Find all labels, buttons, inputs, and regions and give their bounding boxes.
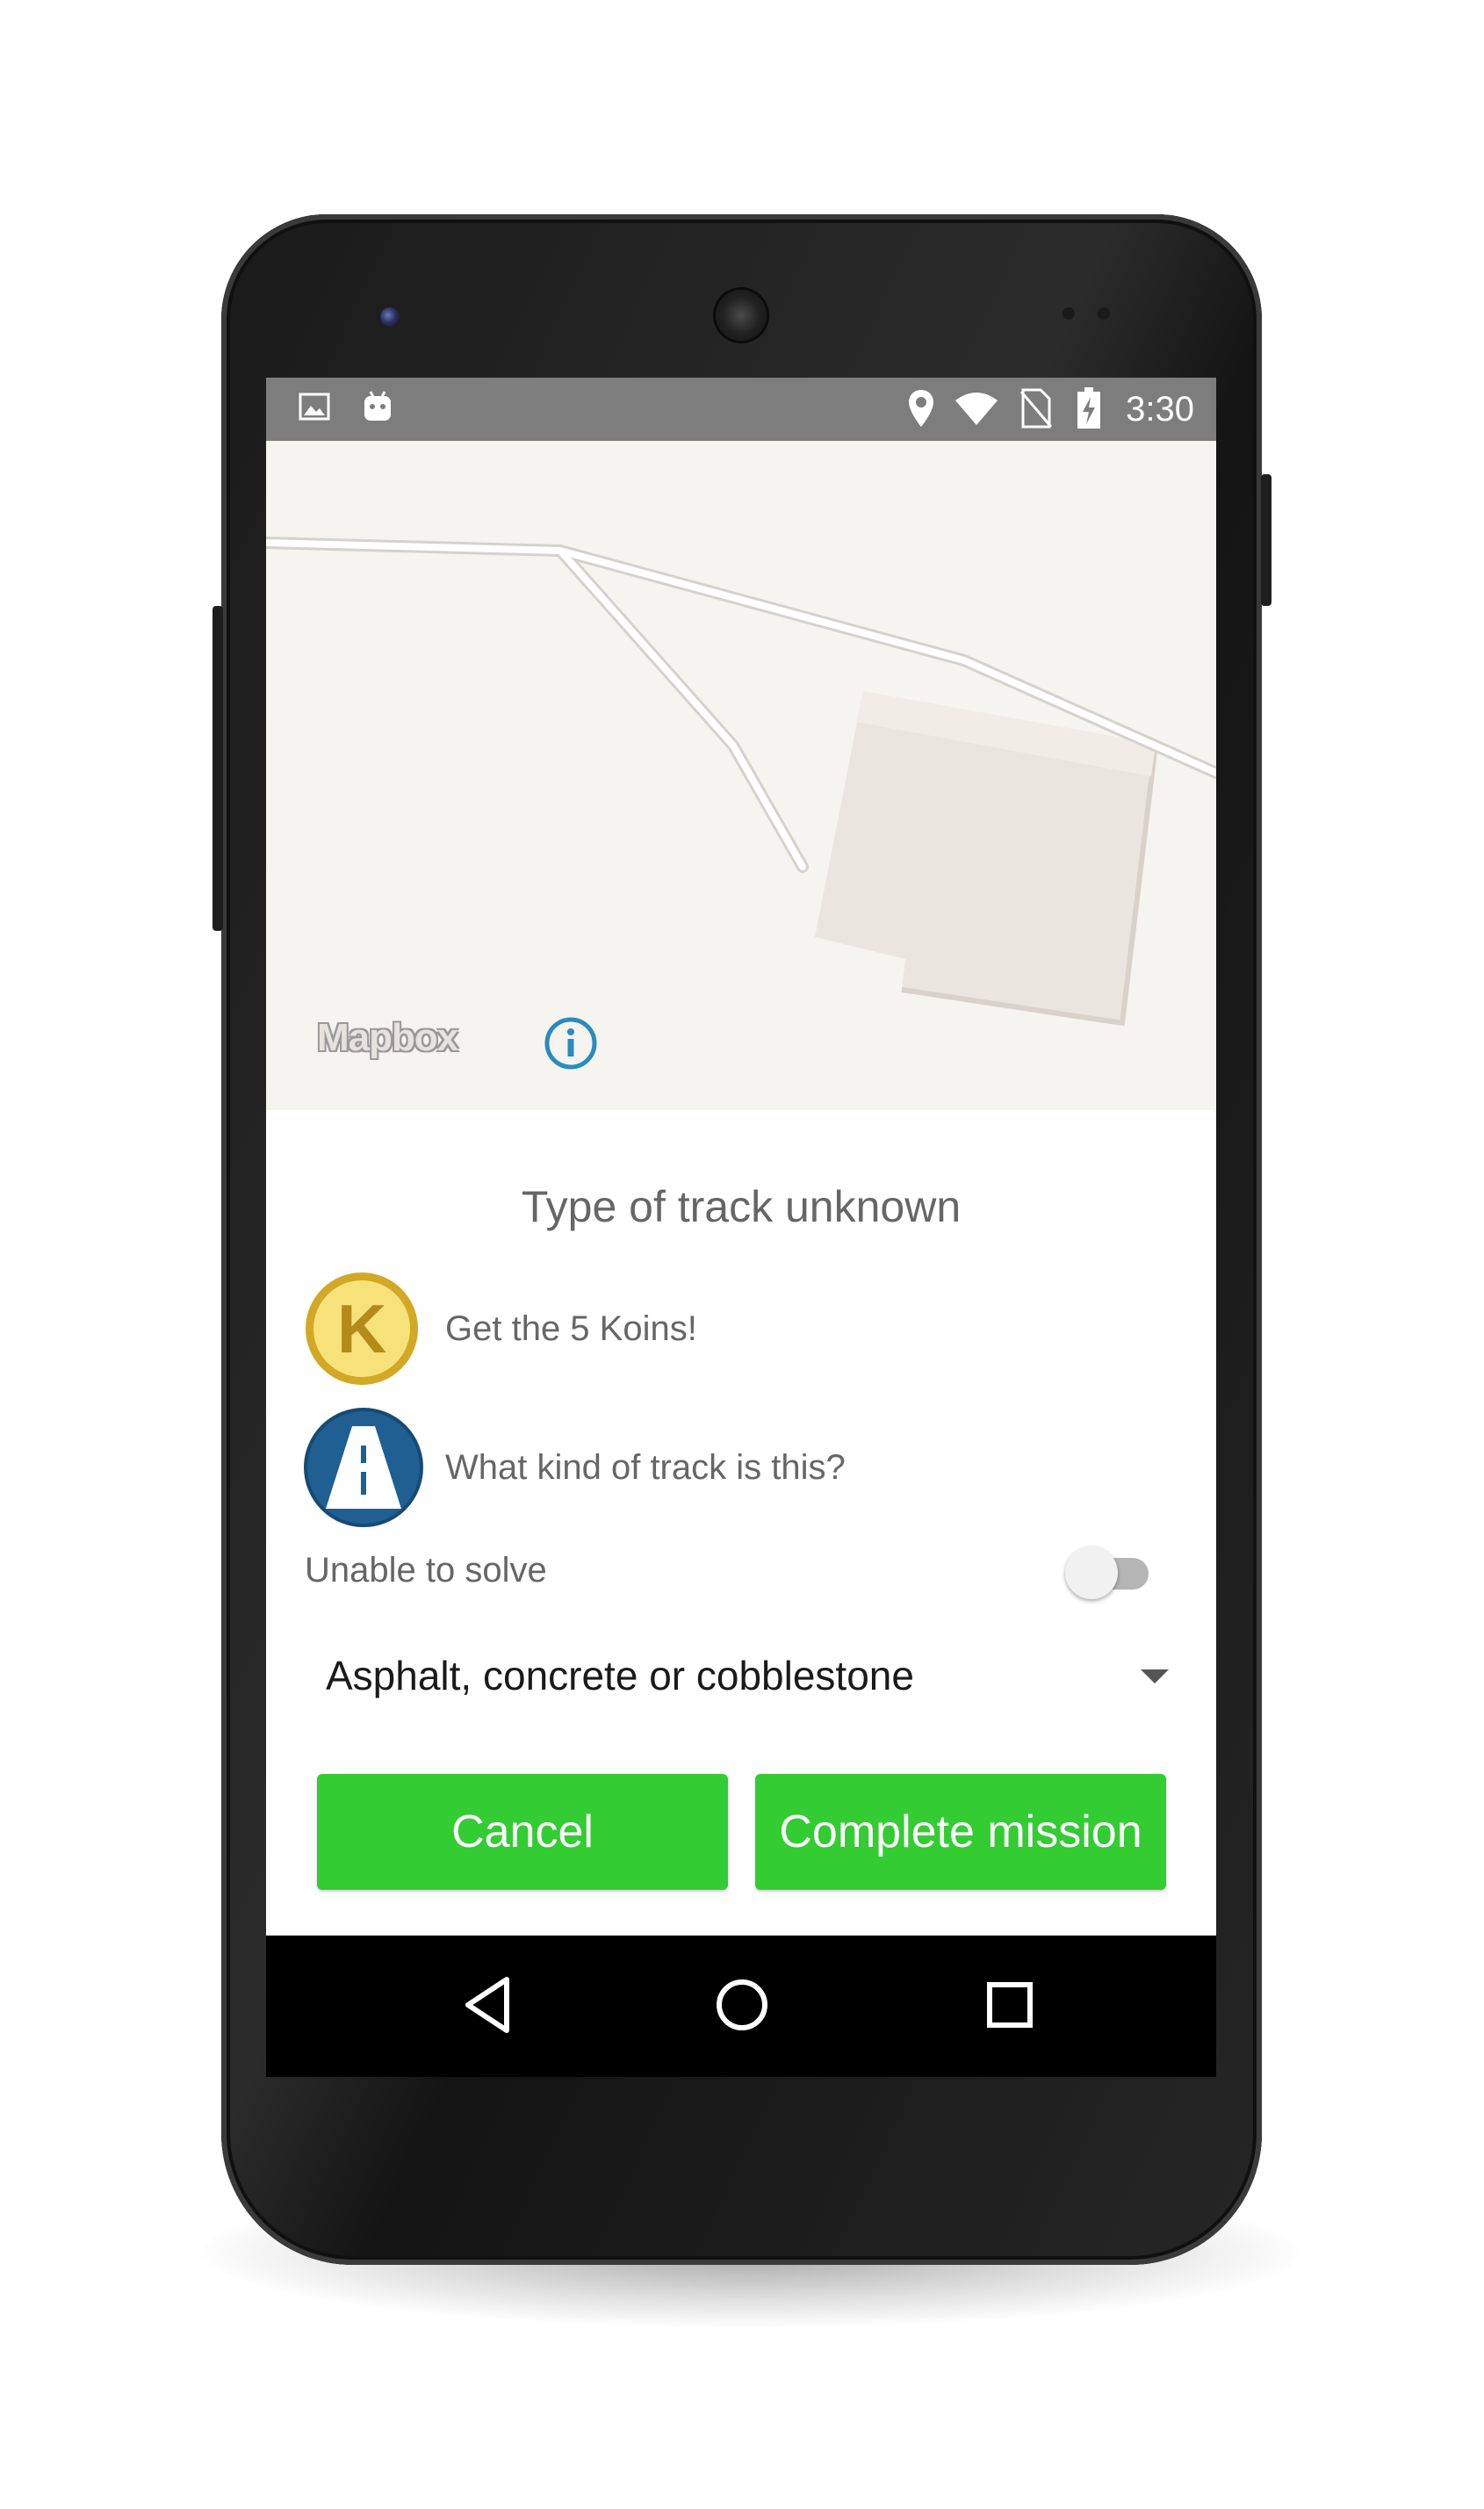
dropdown-arrow-icon xyxy=(1141,1669,1169,1683)
home-icon[interactable] xyxy=(710,1972,774,2042)
koin-coin-icon: K xyxy=(303,1270,421,1392)
earpiece-speaker xyxy=(716,290,767,341)
question-text: What kind of track is this? xyxy=(445,1448,846,1487)
screen: 3:30 Mapbox Type of track unknown K Get … xyxy=(266,378,1216,2077)
no-sim-icon xyxy=(1019,388,1053,433)
unable-toggle[interactable] xyxy=(1065,1546,1118,1599)
status-bar: 3:30 xyxy=(266,378,1216,441)
map-features xyxy=(266,537,1216,1027)
unable-to-solve-label: Unable to solve xyxy=(305,1551,547,1590)
mission-panel: Type of track unknown K Get the 5 Koins!… xyxy=(266,1110,1216,1936)
front-camera xyxy=(380,307,400,327)
wifi-icon xyxy=(954,392,999,431)
status-clock: 3:30 xyxy=(1126,390,1194,429)
reward-text: Get the 5 Koins! xyxy=(445,1309,697,1348)
power-button xyxy=(213,606,223,931)
navigation-bar xyxy=(266,1936,1216,2077)
coin-letter: K xyxy=(337,1290,386,1367)
track-type-dropdown[interactable]: Asphalt, concrete or cobblestone xyxy=(305,1630,1183,1718)
road-icon xyxy=(303,1407,424,1532)
location-icon xyxy=(906,388,936,433)
mapbox-logo: Mapbox xyxy=(317,1016,458,1059)
info-icon[interactable] xyxy=(544,1016,598,1075)
cancel-button[interactable]: Cancel xyxy=(317,1774,728,1890)
complete-mission-button[interactable]: Complete mission xyxy=(755,1774,1166,1890)
android-icon xyxy=(361,390,394,429)
proximity-sensor xyxy=(1063,307,1075,320)
map-view[interactable]: Mapbox xyxy=(266,441,1216,1110)
track-type-selected: Asphalt, concrete or cobblestone xyxy=(326,1653,914,1698)
back-icon[interactable] xyxy=(459,1972,517,2042)
volume-button xyxy=(1261,474,1271,606)
mission-title: Type of track unknown xyxy=(521,1182,962,1231)
map-attribution: Mapbox xyxy=(317,1016,597,1070)
light-sensor xyxy=(1098,307,1110,320)
battery-charging-icon xyxy=(1076,386,1102,435)
recents-icon[interactable] xyxy=(977,1972,1042,2042)
image-icon xyxy=(298,390,331,428)
